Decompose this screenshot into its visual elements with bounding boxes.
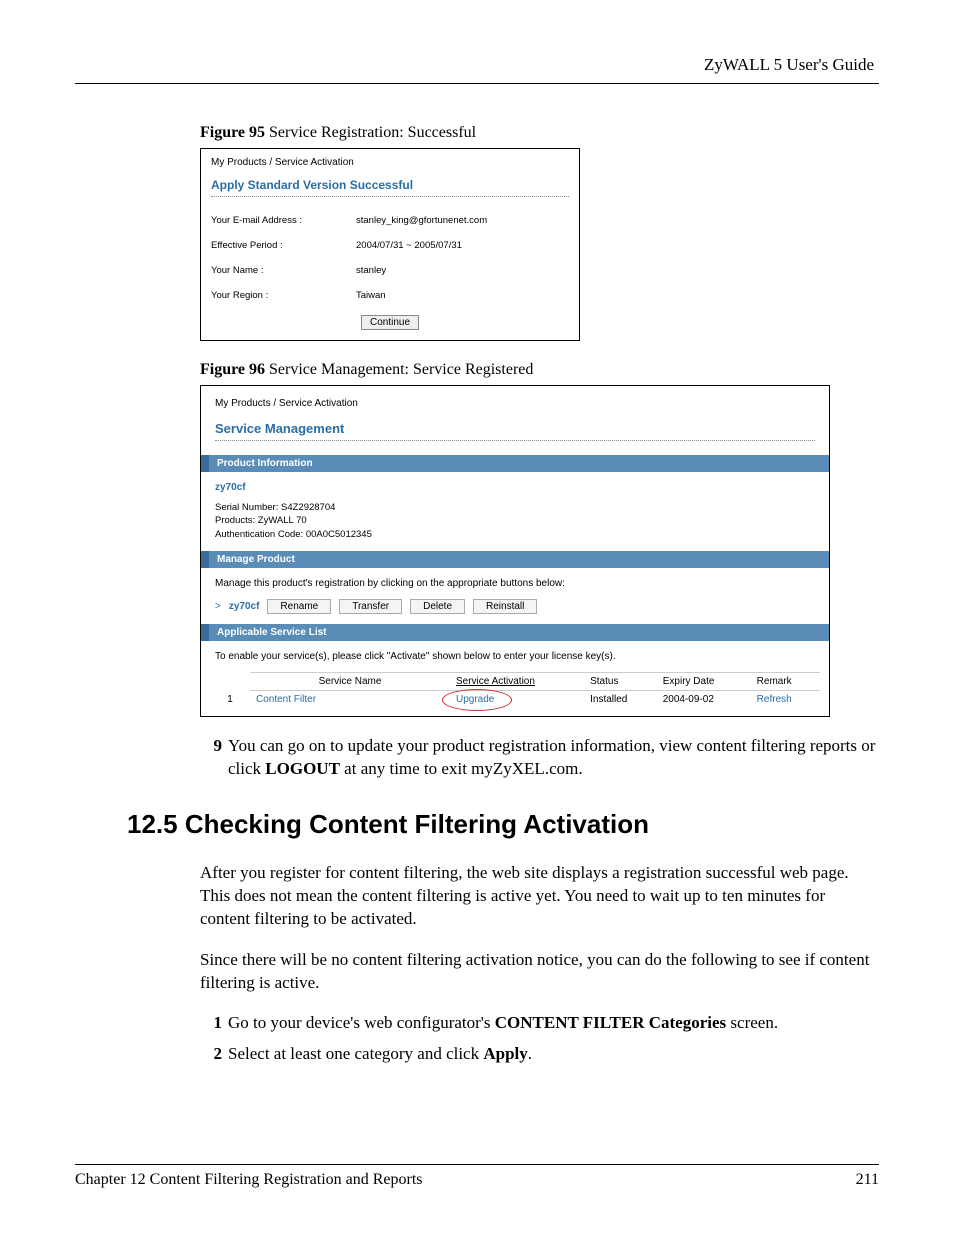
period-label: Effective Period : <box>211 240 356 251</box>
row-index: 1 <box>210 690 250 708</box>
bar-accent <box>201 624 209 641</box>
figure-96-panel: My Products / Service Activation Service… <box>200 385 830 717</box>
header-guide-title: ZyWALL 5 User's Guide <box>75 55 879 75</box>
s2-after: . <box>528 1044 532 1063</box>
figure-95-label: Figure 95 <box>200 124 265 141</box>
fig96-divider <box>215 440 815 441</box>
fig95-breadcrumb: My Products / Service Activation <box>211 157 569 168</box>
delete-button[interactable]: Delete <box>410 599 465 614</box>
fig95-row-period: Effective Period : 2004/07/31 ~ 2005/07/… <box>211 240 569 251</box>
step-2-text: Select at least one category and click A… <box>228 1043 532 1066</box>
table-row: 1 Content Filter Upgrade Installed 2004-… <box>210 690 820 708</box>
step-2: 2 Select at least one category and click… <box>200 1043 879 1066</box>
s1-after: screen. <box>726 1013 778 1032</box>
step9-after: at any time to exit myZyXEL.com. <box>340 759 583 778</box>
region-label: Your Region : <box>211 290 356 301</box>
expiry-value: 2004-09-02 <box>657 690 751 708</box>
th-expiry: Expiry Date <box>657 672 751 690</box>
step-1-text: Go to your device's web configurator's C… <box>228 1012 778 1035</box>
product-name: zy70cf <box>215 482 815 493</box>
period-value: 2004/07/31 ~ 2005/07/31 <box>356 240 462 251</box>
figure-95-panel: My Products / Service Activation Apply S… <box>200 148 580 341</box>
service-list-bar: Applicable Service List <box>201 624 829 641</box>
section-paragraph-2: Since there will be no content filtering… <box>200 949 879 995</box>
email-label: Your E-mail Address : <box>211 215 356 226</box>
figure-96-title: Service Management: Service Registered <box>265 361 533 378</box>
rename-button[interactable]: Rename <box>267 599 331 614</box>
manage-intro: Manage this product's registration by cl… <box>215 578 815 589</box>
footer-page-number: 211 <box>856 1171 879 1189</box>
upgrade-link[interactable]: Upgrade <box>456 694 494 705</box>
footer-rule <box>75 1164 879 1165</box>
product-info-bar: Product Information <box>201 455 829 472</box>
reinstall-button[interactable]: Reinstall <box>473 599 537 614</box>
product-info-label: Product Information <box>209 455 321 472</box>
manage-product-bar: Manage Product <box>201 551 829 568</box>
service-intro: To enable your service(s), please click … <box>201 651 829 672</box>
arrow-icon: > <box>215 601 221 612</box>
continue-button[interactable]: Continue <box>361 315 419 330</box>
manage-product-name: zy70cf <box>229 601 260 612</box>
email-value: stanley_king@gfortunenet.com <box>356 215 487 226</box>
th-status: Status <box>584 672 657 690</box>
service-name-link[interactable]: Content Filter <box>250 690 450 708</box>
refresh-link[interactable]: Refresh <box>751 690 820 708</box>
th-remark: Remark <box>751 672 820 690</box>
step-2-number: 2 <box>200 1043 222 1066</box>
name-label: Your Name : <box>211 265 356 276</box>
section-heading: 12.5 Checking Content Filtering Activati… <box>127 809 879 840</box>
figure-95-caption: Figure 95 Service Registration: Successf… <box>200 124 879 142</box>
transfer-button[interactable]: Transfer <box>339 599 402 614</box>
table-header-row: Service Name Service Activation Status E… <box>210 672 820 690</box>
manage-product-body: Manage this product's registration by cl… <box>201 578 829 624</box>
product-info-body: zy70cf Serial Number: S4Z2928704 Product… <box>201 482 829 551</box>
figure-96-caption: Figure 96 Service Management: Service Re… <box>200 361 879 379</box>
fig95-row-email: Your E-mail Address : stanley_king@gfort… <box>211 215 569 226</box>
fig95-divider <box>211 196 569 197</box>
s1-bold: CONTENT FILTER Categories <box>495 1013 726 1032</box>
header-rule <box>75 83 879 84</box>
service-table: Service Name Service Activation Status E… <box>210 672 820 708</box>
region-value: Taiwan <box>356 290 386 301</box>
step-9-text: You can go on to update your product reg… <box>228 735 879 781</box>
figure-96-label: Figure 96 <box>200 361 265 378</box>
products-line: Products: ZyWALL 70 <box>215 514 815 527</box>
status-value: Installed <box>584 690 657 708</box>
upgrade-text: Upgrade <box>456 694 494 705</box>
s2-bold: Apply <box>483 1044 527 1063</box>
bar-accent <box>201 551 209 568</box>
page-footer: Chapter 12 Content Filtering Registratio… <box>75 1164 879 1189</box>
fig95-title: Apply Standard Version Successful <box>211 178 569 192</box>
fig96-title: Service Management <box>215 421 815 436</box>
section-paragraph-1: After you register for content filtering… <box>200 862 879 931</box>
step-9-number: 9 <box>200 735 222 781</box>
th-service-name: Service Name <box>250 672 450 690</box>
step-1: 1 Go to your device's web configurator's… <box>200 1012 879 1035</box>
figure-95-title: Service Registration: Successful <box>265 124 476 141</box>
serial-number: Serial Number: S4Z2928704 <box>215 501 815 514</box>
fig95-row-name: Your Name : stanley <box>211 265 569 276</box>
step-9: 9 You can go on to update your product r… <box>200 735 879 781</box>
fig95-row-region: Your Region : Taiwan <box>211 290 569 301</box>
bar-accent <box>201 455 209 472</box>
name-value: stanley <box>356 265 386 276</box>
s1-before: Go to your device's web configurator's <box>228 1013 495 1032</box>
logout-bold: LOGOUT <box>265 759 340 778</box>
s2-before: Select at least one category and click <box>228 1044 483 1063</box>
fig96-breadcrumb: My Products / Service Activation <box>215 398 815 409</box>
th-activation: Service Activation <box>450 672 584 690</box>
manage-product-label: Manage Product <box>209 551 303 568</box>
service-list-label: Applicable Service List <box>209 624 335 641</box>
auth-code: Authentication Code: 00A0C5012345 <box>215 528 815 541</box>
step-1-number: 1 <box>200 1012 222 1035</box>
footer-chapter: Chapter 12 Content Filtering Registratio… <box>75 1171 423 1189</box>
